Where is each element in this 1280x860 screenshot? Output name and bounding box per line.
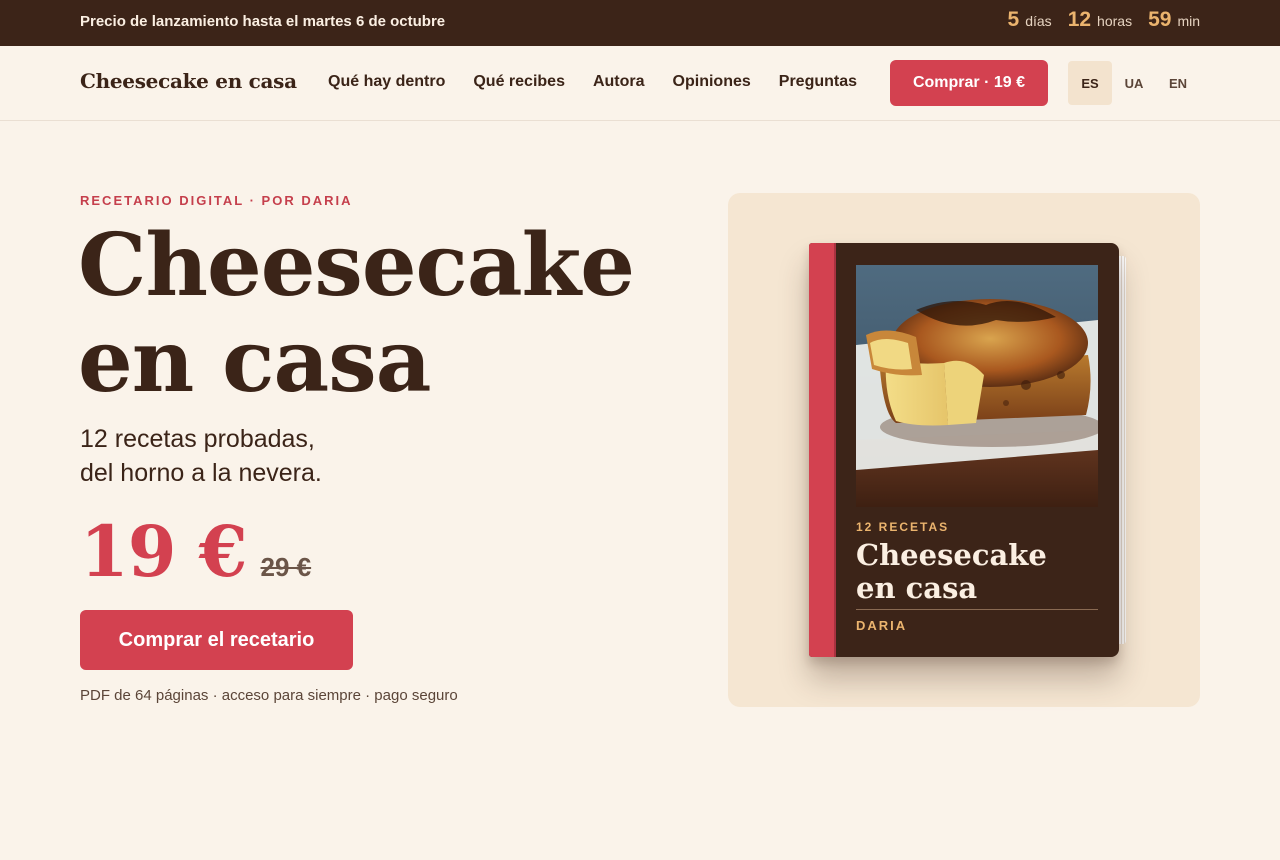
nav-link-que-hay-dentro[interactable]: Qué hay dentro bbox=[328, 73, 445, 91]
cheesecake-photo bbox=[856, 265, 1098, 507]
countdown-hours-value: 12 bbox=[1067, 8, 1092, 31]
cover-divider bbox=[856, 609, 1098, 610]
nav-buy-button[interactable]: Comprar · 19 € bbox=[890, 60, 1048, 106]
countdown-hours: 12 horas bbox=[1068, 8, 1132, 32]
hero-title-line2: en casa bbox=[78, 311, 431, 412]
book-cover: 12 RECETAS Cheesecake en casa DARIA bbox=[809, 243, 1119, 657]
price-block: 19 € 29 € bbox=[80, 510, 311, 593]
nav-link-que-recibes[interactable]: Qué recibes bbox=[473, 73, 565, 91]
book-spine bbox=[809, 243, 836, 657]
nav-link-preguntas[interactable]: Preguntas bbox=[779, 73, 857, 91]
cover-title-line2: en casa bbox=[856, 571, 978, 605]
lang-en[interactable]: EN bbox=[1156, 61, 1200, 105]
cover-author: DARIA bbox=[856, 618, 908, 633]
countdown-days: 5 días bbox=[1008, 8, 1052, 32]
promo-bar: Precio de lanzamiento hasta el martes 6 … bbox=[0, 0, 1280, 46]
price-original: 29 € bbox=[260, 552, 312, 582]
countdown-hours-label: horas bbox=[1097, 13, 1133, 29]
hero-subtitle-line2: del horno a la nevera. bbox=[80, 459, 322, 487]
countdown-days-label: días bbox=[1025, 13, 1052, 29]
nav-menu: Qué hay dentro Qué recibes Autora Opinio… bbox=[328, 73, 857, 91]
countdown-minutes: 59 min bbox=[1148, 8, 1200, 32]
lang-es[interactable]: ES bbox=[1068, 61, 1112, 105]
brand-logo[interactable]: Cheesecake en casa bbox=[80, 69, 297, 93]
language-switcher: ES UA EN bbox=[1068, 61, 1200, 105]
cover-title: Cheesecake en casa bbox=[856, 539, 1106, 605]
hero-title-line1: Cheesecake bbox=[78, 215, 635, 316]
countdown-minutes-label: min bbox=[1177, 13, 1200, 29]
main-nav: Cheesecake en casa Qué hay dentro Qué re… bbox=[0, 46, 1280, 121]
nav-link-opiniones[interactable]: Opiniones bbox=[673, 73, 751, 91]
promo-text: Precio de lanzamiento hasta el martes 6 … bbox=[80, 13, 446, 30]
buy-recipe-book-button[interactable]: Comprar el recetario bbox=[80, 610, 353, 670]
hero-title: Cheesecake en casa bbox=[78, 218, 678, 410]
purchase-note: PDF de 64 páginas · acceso para siempre … bbox=[80, 687, 458, 704]
hero-subtitle: 12 recetas probadas, del horno a la neve… bbox=[80, 422, 480, 490]
hero-eyebrow: RECETARIO DIGITAL · POR DARIA bbox=[80, 193, 353, 208]
price-current: 19 € bbox=[80, 510, 247, 593]
countdown: 5 días 12 horas 59 min bbox=[1008, 8, 1200, 32]
lang-ua[interactable]: UA bbox=[1112, 61, 1156, 105]
cover-kicker: 12 RECETAS bbox=[856, 520, 950, 534]
cover-title-line1: Cheesecake bbox=[856, 538, 1047, 572]
countdown-days-value: 5 bbox=[1007, 8, 1020, 31]
countdown-minutes-value: 59 bbox=[1148, 8, 1172, 31]
hero-subtitle-line1: 12 recetas probadas, bbox=[80, 425, 315, 453]
nav-link-autora[interactable]: Autora bbox=[593, 73, 645, 91]
